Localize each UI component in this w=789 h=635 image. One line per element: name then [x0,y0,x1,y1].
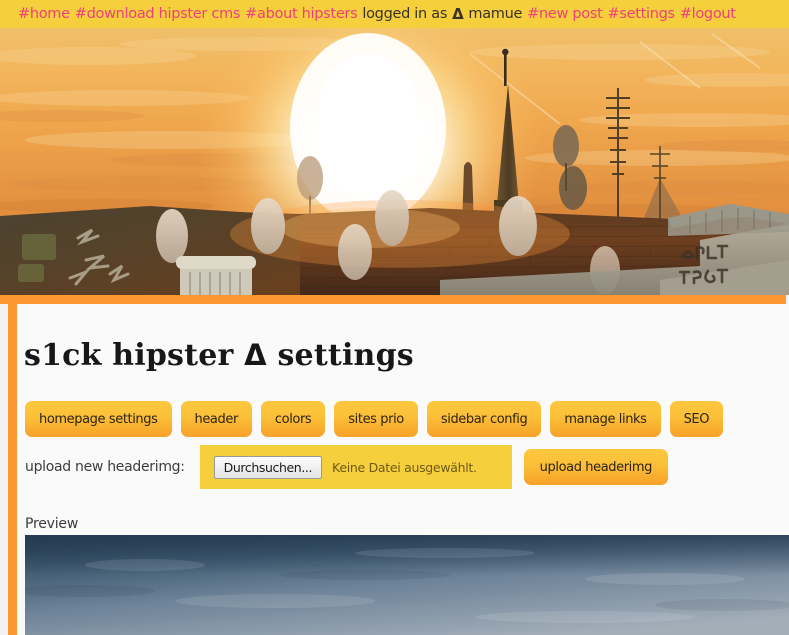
header-banner-image [0,28,789,295]
left-accent-stripe [8,304,17,635]
upload-headerimg-button[interactable]: upload headerimg [523,449,669,485]
tab-sidebar-config[interactable]: sidebar config [426,401,542,437]
browse-file-button[interactable]: Durchsuchen... [213,455,323,479]
preview-image [25,535,789,635]
file-input[interactable]: Durchsuchen... Keine Datei ausgewählt. [199,445,512,489]
tab-homepage-settings[interactable]: homepage settings [25,401,172,437]
tab-manage-links[interactable]: manage links [550,401,661,437]
preview-label: Preview [25,516,79,532]
nav-home[interactable]: #home [18,6,70,22]
page-title-suffix: settings [277,338,414,373]
upload-headerimg-label: upload new headerimg: [25,459,185,475]
page-title-prefix: s1ck hipster [24,338,234,373]
tab-header[interactable]: header [180,401,252,437]
tab-sites-prio[interactable]: sites prio [334,401,418,437]
nav-download-hipster-cms[interactable]: #download hipster cms [75,6,241,22]
page-title-delta-glyph: Δ [244,338,267,372]
nav-settings[interactable]: #settings [608,6,676,22]
banner-bottom-accent-rule [0,295,786,304]
upload-headerimg-row: upload new headerimg: Durchsuchen... Kei… [25,445,669,489]
nav-delta-glyph: Δ [452,5,464,23]
page-body: s1ck hipster Δ settings homepage setting… [0,304,789,635]
top-navigation-bar: #home #download hipster cms #about hipst… [0,0,789,28]
nav-logout[interactable]: #logout [680,6,736,22]
settings-panel: s1ck hipster Δ settings homepage setting… [17,304,789,635]
nav-username: mamue [468,6,523,22]
settings-tab-row: homepage settings header colors sites pr… [25,401,724,437]
page-title: s1ck hipster Δ settings [24,338,414,373]
tab-colors[interactable]: colors [260,401,326,437]
selected-file-status: Keine Datei ausgewählt. [332,459,477,475]
tab-seo[interactable]: SEO [669,401,724,437]
nav-about-hipsters[interactable]: #about hipsters [245,6,358,22]
nav-logged-in-as: logged in as [362,6,448,22]
nav-new-post[interactable]: #new post [527,6,603,22]
